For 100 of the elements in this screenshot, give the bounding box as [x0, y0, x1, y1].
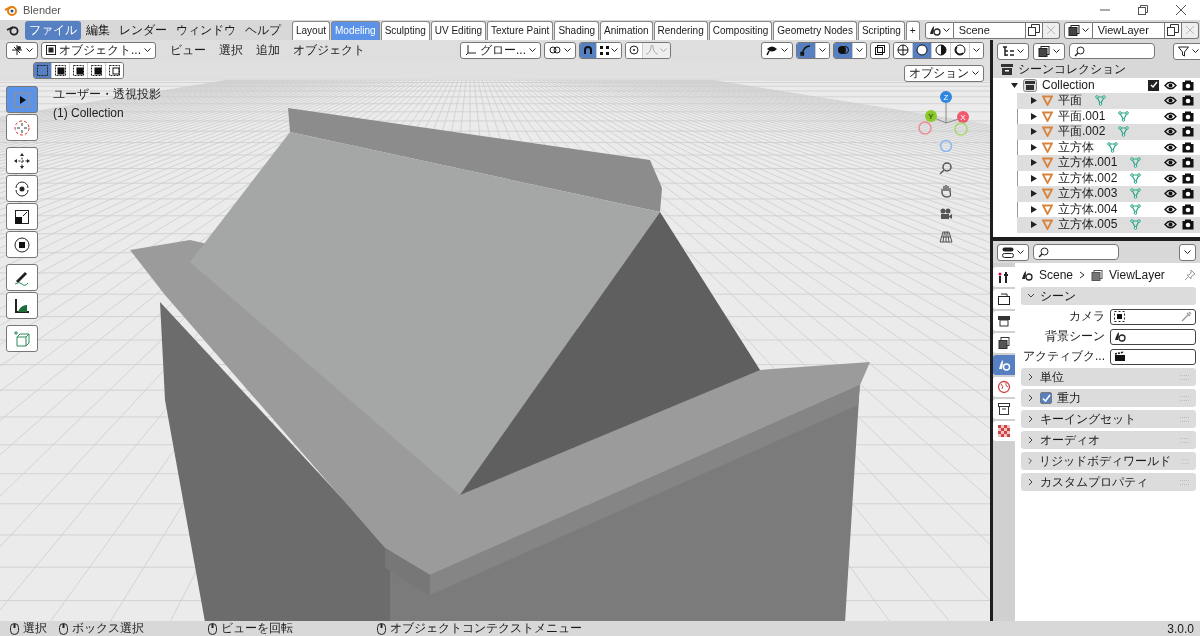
drag-handle-icon[interactable] — [1180, 374, 1190, 380]
panel-header[interactable]: 単位 — [1021, 368, 1196, 386]
camera-icon[interactable] — [939, 207, 953, 221]
viewport-menu-item[interactable]: オブジェクト — [288, 41, 370, 59]
visibility-dropdown[interactable] — [761, 41, 793, 59]
workspace-tab[interactable]: Sculpting — [380, 21, 430, 40]
panel-header[interactable]: キーイングセット — [1021, 410, 1196, 428]
properties-tab[interactable] — [993, 399, 1015, 419]
panel-header[interactable]: 重力 — [1021, 389, 1196, 407]
camera-icon[interactable] — [1182, 95, 1194, 107]
eye-icon[interactable] — [1164, 189, 1177, 199]
select-mode-button[interactable] — [69, 62, 87, 78]
eye-icon[interactable] — [1164, 80, 1177, 90]
viewport-menu-item[interactable]: 追加 — [251, 41, 285, 59]
tool-button[interactable] — [6, 86, 38, 113]
add-workspace-button[interactable]: + — [905, 21, 920, 40]
view-layer-selector[interactable] — [1063, 21, 1093, 39]
panel-header[interactable]: リジッドボディワールド — [1021, 452, 1196, 470]
panel-header[interactable]: シーン — [1021, 287, 1196, 305]
properties-tab[interactable] — [993, 289, 1015, 309]
panel-header[interactable]: オーディオ — [1021, 431, 1196, 449]
workspace-tab[interactable]: Texture Paint — [487, 21, 554, 40]
object-picker-field[interactable] — [1110, 328, 1196, 345]
viewport-menu-item[interactable]: ビュー — [165, 41, 211, 59]
drag-handle-icon[interactable] — [1180, 395, 1190, 401]
shading-mode-button[interactable] — [950, 42, 969, 58]
editor-type-dropdown[interactable] — [997, 243, 1029, 261]
camera-icon[interactable] — [1182, 203, 1194, 215]
tool-button[interactable] — [6, 292, 38, 319]
app-menu-icon[interactable] — [6, 24, 20, 36]
outliner-item-label[interactable]: 立方体 — [1058, 138, 1094, 156]
panel-checkbox[interactable] — [1040, 392, 1052, 404]
select-mode-button[interactable] — [105, 62, 123, 78]
eye-icon[interactable] — [1164, 127, 1177, 137]
workspace-tab[interactable]: Compositing — [708, 21, 773, 40]
panel-header[interactable]: カスタムプロパティ — [1021, 473, 1196, 491]
eyedropper-icon[interactable] — [1181, 311, 1192, 322]
workspace-tab[interactable]: Scripting — [857, 21, 905, 40]
mesh-data-icon[interactable] — [1130, 172, 1142, 184]
tool-button[interactable] — [6, 231, 38, 258]
filter-layer-dropdown[interactable] — [1033, 42, 1065, 60]
eye-icon[interactable] — [1164, 111, 1177, 121]
menu-item[interactable]: ヘルプ — [241, 20, 285, 40]
camera-icon[interactable] — [1182, 126, 1194, 138]
pivot-dropdown[interactable] — [6, 41, 38, 59]
properties-tab[interactable] — [993, 267, 1015, 287]
axis-gizmo-drawing[interactable]: Z Y X — [916, 88, 976, 152]
snap-toggle[interactable] — [580, 42, 596, 58]
viewport-toggle[interactable] — [797, 42, 815, 58]
outliner-item-label[interactable]: 平面.001 — [1058, 107, 1106, 125]
options-dropdown[interactable]: オプション — [904, 64, 984, 82]
outliner-item-label[interactable]: 平面 — [1058, 92, 1082, 110]
mesh-data-icon[interactable] — [1107, 141, 1118, 153]
eye-icon[interactable] — [1164, 220, 1177, 230]
zoom-icon[interactable] — [939, 161, 953, 175]
filter-dropdown[interactable] — [1173, 42, 1200, 60]
search-field[interactable] — [1033, 244, 1119, 260]
tool-button[interactable] — [6, 203, 38, 230]
close-icon[interactable] — [1176, 5, 1186, 15]
toggle-options-dropdown[interactable] — [852, 42, 866, 58]
grid-icon[interactable] — [939, 230, 953, 244]
drag-handle-icon[interactable] — [1180, 479, 1190, 485]
viewport-toggle[interactable] — [834, 42, 852, 58]
workspace-tab[interactable]: Animation — [600, 21, 653, 40]
properties-tab[interactable] — [993, 311, 1015, 331]
hand-icon[interactable] — [939, 184, 953, 198]
outliner-item-label[interactable]: 立方体.004 — [1058, 200, 1118, 218]
workspace-tab[interactable]: Rendering — [653, 21, 708, 40]
menu-item[interactable]: レンダー — [115, 20, 171, 40]
exclude-checkbox[interactable] — [1148, 79, 1159, 91]
toggle-options-dropdown[interactable] — [815, 42, 829, 58]
snap-target-dropdown[interactable] — [596, 42, 621, 58]
view-layer-name-field[interactable]: ViewLayer — [1092, 21, 1165, 39]
properties-tab[interactable] — [993, 333, 1015, 353]
eye-icon[interactable] — [1164, 96, 1177, 106]
viewport-menu-item[interactable]: 選択 — [214, 41, 248, 59]
scene-selector[interactable] — [924, 21, 954, 39]
select-mode-button[interactable] — [87, 62, 105, 78]
pivot-point-dropdown[interactable] — [544, 41, 576, 59]
viewport-toggle[interactable] — [870, 41, 890, 59]
eye-icon[interactable] — [1164, 158, 1177, 168]
shading-dropdown[interactable] — [969, 42, 983, 58]
orientation-dropdown[interactable]: グロー... — [460, 41, 541, 59]
workspace-tab[interactable]: Shading — [554, 21, 600, 40]
mesh-data-icon[interactable] — [1130, 203, 1142, 215]
camera-icon[interactable] — [1182, 79, 1194, 91]
select-mode-button[interactable] — [51, 62, 69, 78]
workspace-tab[interactable]: Layout — [292, 21, 331, 40]
menu-item[interactable]: 編集 — [82, 20, 114, 40]
menu-item[interactable]: ウィンドウ — [172, 20, 240, 40]
tool-button[interactable] — [6, 175, 38, 202]
mesh-data-icon[interactable] — [1118, 110, 1130, 122]
pin-icon[interactable] — [1184, 269, 1196, 281]
camera-icon[interactable] — [1182, 188, 1194, 200]
mode-dropdown[interactable]: オブジェクト... — [41, 41, 156, 59]
tool-button[interactable] — [6, 264, 38, 291]
eye-icon[interactable] — [1164, 204, 1177, 214]
workspace-tab[interactable]: UV Editing — [430, 21, 486, 40]
falloff-dropdown[interactable] — [642, 42, 670, 58]
expand-arrow-icon[interactable] — [1011, 81, 1018, 89]
